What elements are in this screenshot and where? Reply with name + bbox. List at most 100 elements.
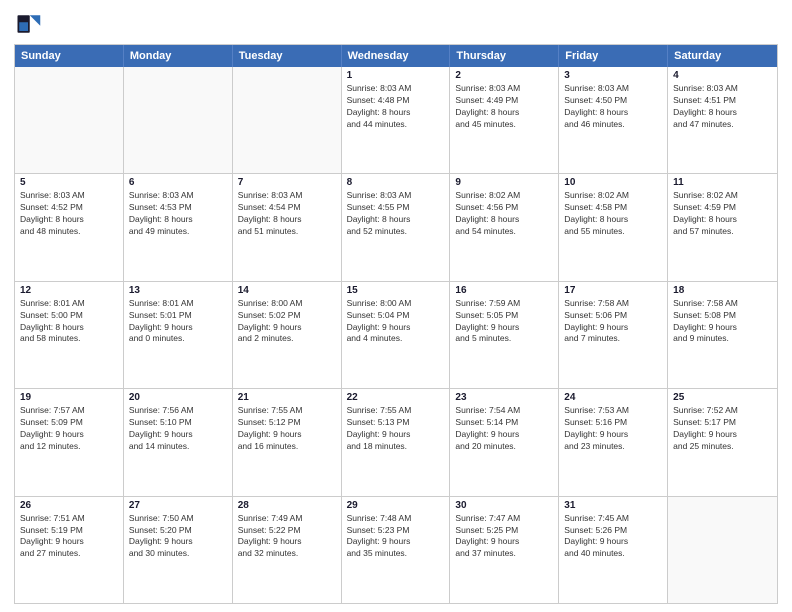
cal-cell: 26 Sunrise: 7:51 AM Sunset: 5:19 PM Dayli…: [15, 497, 124, 603]
header-day-sunday: Sunday: [15, 45, 124, 67]
header-day-friday: Friday: [559, 45, 668, 67]
day-info: Sunrise: 7:55 AM Sunset: 5:12 PM Dayligh…: [238, 405, 336, 453]
day-number: 4: [673, 70, 772, 81]
day-number: 14: [238, 285, 336, 296]
day-info: Sunrise: 8:02 AM Sunset: 4:58 PM Dayligh…: [564, 190, 662, 238]
day-number: 31: [564, 500, 662, 511]
cal-cell: 1 Sunrise: 8:03 AM Sunset: 4:48 PM Daylig…: [342, 67, 451, 173]
calendar-header: SundayMondayTuesdayWednesdayThursdayFrid…: [15, 45, 777, 67]
header-day-saturday: Saturday: [668, 45, 777, 67]
cal-cell: 24 Sunrise: 7:53 AM Sunset: 5:16 PM Dayli…: [559, 389, 668, 495]
day-number: 30: [455, 500, 553, 511]
cal-cell: 20Sunrise: 7:56 AM Sunset: 5:10 PM Dayli…: [124, 389, 233, 495]
day-number: 3: [564, 70, 662, 81]
day-number: 26: [20, 500, 118, 511]
day-info: Sunrise: 8:03 AM Sunset: 4:52 PM Dayligh…: [20, 190, 118, 238]
week-row-2: 12 Sunrise: 8:01 AM Sunset: 5:00 PM Dayli…: [15, 281, 777, 388]
cal-cell: 9 Sunrise: 8:02 AM Sunset: 4:56 PM Daylig…: [450, 174, 559, 280]
cal-cell: [124, 67, 233, 173]
cal-cell: 18Sunrise: 7:58 AM Sunset: 5:08 PM Dayli…: [668, 282, 777, 388]
cal-cell: 27 Sunrise: 7:50 AM Sunset: 5:20 PM Dayli…: [124, 497, 233, 603]
day-info: Sunrise: 7:49 AM Sunset: 5:22 PM Dayligh…: [238, 513, 336, 561]
day-info: Sunrise: 8:03 AM Sunset: 4:51 PM Dayligh…: [673, 83, 772, 131]
cal-cell: 12 Sunrise: 8:01 AM Sunset: 5:00 PM Dayli…: [15, 282, 124, 388]
day-number: 6: [129, 177, 227, 188]
cal-cell: 5 Sunrise: 8:03 AM Sunset: 4:52 PM Daylig…: [15, 174, 124, 280]
cal-cell: [233, 67, 342, 173]
day-info: Sunrise: 7:54 AM Sunset: 5:14 PM Dayligh…: [455, 405, 553, 453]
week-row-0: 1 Sunrise: 8:03 AM Sunset: 4:48 PM Daylig…: [15, 67, 777, 173]
header-day-wednesday: Wednesday: [342, 45, 451, 67]
day-number: 19: [20, 392, 118, 403]
day-info: Sunrise: 7:59 AM Sunset: 5:05 PM Dayligh…: [455, 298, 553, 346]
cal-cell: 15 Sunrise: 8:00 AM Sunset: 5:04 PM Dayli…: [342, 282, 451, 388]
cal-cell: 28Sunrise: 7:49 AM Sunset: 5:22 PM Dayli…: [233, 497, 342, 603]
cal-cell: 6 Sunrise: 8:03 AM Sunset: 4:53 PM Daylig…: [124, 174, 233, 280]
cal-cell: 23 Sunrise: 7:54 AM Sunset: 5:14 PM Dayli…: [450, 389, 559, 495]
day-info: Sunrise: 8:01 AM Sunset: 5:00 PM Dayligh…: [20, 298, 118, 346]
day-info: Sunrise: 8:02 AM Sunset: 4:59 PM Dayligh…: [673, 190, 772, 238]
day-info: Sunrise: 8:03 AM Sunset: 4:50 PM Dayligh…: [564, 83, 662, 131]
cal-cell: 8Sunrise: 8:03 AM Sunset: 4:55 PM Daylig…: [342, 174, 451, 280]
logo: [14, 10, 46, 38]
week-row-1: 5 Sunrise: 8:03 AM Sunset: 4:52 PM Daylig…: [15, 173, 777, 280]
cal-cell: [15, 67, 124, 173]
day-number: 24: [564, 392, 662, 403]
cal-cell: 7Sunrise: 8:03 AM Sunset: 4:54 PM Daylig…: [233, 174, 342, 280]
day-info: Sunrise: 7:47 AM Sunset: 5:25 PM Dayligh…: [455, 513, 553, 561]
cal-cell: 10 Sunrise: 8:02 AM Sunset: 4:58 PM Dayli…: [559, 174, 668, 280]
cal-cell: 2Sunrise: 8:03 AM Sunset: 4:49 PM Daylig…: [450, 67, 559, 173]
day-number: 10: [564, 177, 662, 188]
day-info: Sunrise: 7:52 AM Sunset: 5:17 PM Dayligh…: [673, 405, 772, 453]
day-info: Sunrise: 8:03 AM Sunset: 4:53 PM Dayligh…: [129, 190, 227, 238]
day-number: 12: [20, 285, 118, 296]
day-info: Sunrise: 7:51 AM Sunset: 5:19 PM Dayligh…: [20, 513, 118, 561]
day-number: 22: [347, 392, 445, 403]
day-info: Sunrise: 7:58 AM Sunset: 5:06 PM Dayligh…: [564, 298, 662, 346]
day-number: 16: [455, 285, 553, 296]
day-number: 1: [347, 70, 445, 81]
logo-icon: [14, 10, 42, 38]
cal-cell: 4 Sunrise: 8:03 AM Sunset: 4:51 PM Daylig…: [668, 67, 777, 173]
day-number: 29: [347, 500, 445, 511]
day-info: Sunrise: 8:01 AM Sunset: 5:01 PM Dayligh…: [129, 298, 227, 346]
cal-cell: 13Sunrise: 8:01 AM Sunset: 5:01 PM Dayli…: [124, 282, 233, 388]
cal-cell: 11 Sunrise: 8:02 AM Sunset: 4:59 PM Dayli…: [668, 174, 777, 280]
cal-cell: 31Sunrise: 7:45 AM Sunset: 5:26 PM Dayli…: [559, 497, 668, 603]
cal-cell: 30 Sunrise: 7:47 AM Sunset: 5:25 PM Dayli…: [450, 497, 559, 603]
day-info: Sunrise: 8:03 AM Sunset: 4:54 PM Dayligh…: [238, 190, 336, 238]
day-number: 18: [673, 285, 772, 296]
day-info: Sunrise: 8:03 AM Sunset: 4:48 PM Dayligh…: [347, 83, 445, 131]
day-number: 21: [238, 392, 336, 403]
day-info: Sunrise: 8:03 AM Sunset: 4:49 PM Dayligh…: [455, 83, 553, 131]
cal-cell: 19Sunrise: 7:57 AM Sunset: 5:09 PM Dayli…: [15, 389, 124, 495]
day-number: 27: [129, 500, 227, 511]
week-row-4: 26 Sunrise: 7:51 AM Sunset: 5:19 PM Dayli…: [15, 496, 777, 603]
cal-cell: 16 Sunrise: 7:59 AM Sunset: 5:05 PM Dayli…: [450, 282, 559, 388]
day-number: 9: [455, 177, 553, 188]
day-info: Sunrise: 8:00 AM Sunset: 5:04 PM Dayligh…: [347, 298, 445, 346]
day-info: Sunrise: 7:50 AM Sunset: 5:20 PM Dayligh…: [129, 513, 227, 561]
week-row-3: 19Sunrise: 7:57 AM Sunset: 5:09 PM Dayli…: [15, 388, 777, 495]
header-day-tuesday: Tuesday: [233, 45, 342, 67]
day-number: 5: [20, 177, 118, 188]
calendar-body: 1 Sunrise: 8:03 AM Sunset: 4:48 PM Daylig…: [15, 67, 777, 603]
day-number: 17: [564, 285, 662, 296]
day-info: Sunrise: 8:03 AM Sunset: 4:55 PM Dayligh…: [347, 190, 445, 238]
day-info: Sunrise: 8:02 AM Sunset: 4:56 PM Dayligh…: [455, 190, 553, 238]
day-number: 11: [673, 177, 772, 188]
header: [14, 10, 778, 38]
cal-cell: 29Sunrise: 7:48 AM Sunset: 5:23 PM Dayli…: [342, 497, 451, 603]
cal-cell: 3 Sunrise: 8:03 AM Sunset: 4:50 PM Daylig…: [559, 67, 668, 173]
cal-cell: [668, 497, 777, 603]
header-day-thursday: Thursday: [450, 45, 559, 67]
day-info: Sunrise: 7:53 AM Sunset: 5:16 PM Dayligh…: [564, 405, 662, 453]
day-number: 15: [347, 285, 445, 296]
header-day-monday: Monday: [124, 45, 233, 67]
calendar: SundayMondayTuesdayWednesdayThursdayFrid…: [14, 44, 778, 604]
day-info: Sunrise: 7:56 AM Sunset: 5:10 PM Dayligh…: [129, 405, 227, 453]
day-number: 23: [455, 392, 553, 403]
cal-cell: 21 Sunrise: 7:55 AM Sunset: 5:12 PM Dayli…: [233, 389, 342, 495]
cal-cell: 25Sunrise: 7:52 AM Sunset: 5:17 PM Dayli…: [668, 389, 777, 495]
cal-cell: 14Sunrise: 8:00 AM Sunset: 5:02 PM Dayli…: [233, 282, 342, 388]
